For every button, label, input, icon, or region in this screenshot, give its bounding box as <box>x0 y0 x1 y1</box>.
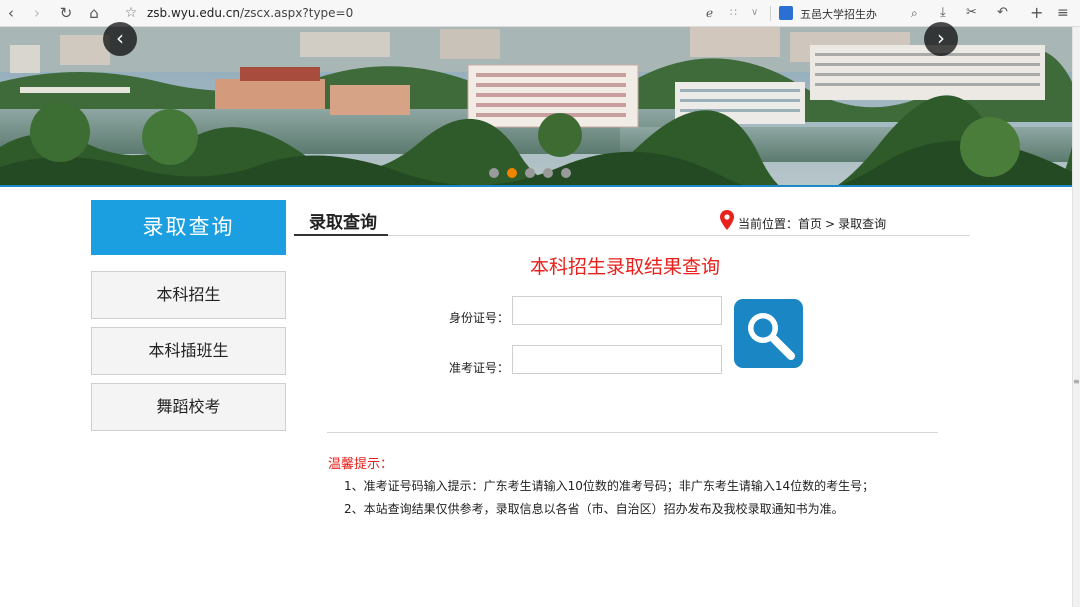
site-label[interactable]: 五邑大学招生办 <box>800 6 877 22</box>
query-title: 本科招生录取结果查询 <box>530 256 721 278</box>
banner-prev-icon[interactable]: ‹ <box>103 22 137 56</box>
exam-number-label: 准考证号： <box>449 361 510 375</box>
page-scrollbar[interactable] <box>1072 27 1080 607</box>
location-pin-icon <box>720 210 734 230</box>
refresh-icon[interactable]: ↻ <box>57 4 75 22</box>
banner-next-icon[interactable]: › <box>924 22 958 56</box>
home-icon[interactable]: ⌂ <box>85 4 103 22</box>
magnifier-icon <box>748 313 795 360</box>
slide-dot-4[interactable] <box>543 168 553 178</box>
sidebar-item-undergrad[interactable]: 本科招生 <box>91 271 286 319</box>
title-divider <box>294 235 970 236</box>
tips-heading: 温馨提示： <box>328 457 394 472</box>
site-favicon-icon <box>779 6 793 20</box>
breadcrumb-current: 录取查询 <box>838 217 887 231</box>
breadcrumb-home[interactable]: 首页 <box>798 217 822 231</box>
id-number-input[interactable] <box>512 296 722 325</box>
exam-number-input[interactable] <box>512 345 722 374</box>
scissors-icon[interactable]: ✂ <box>966 4 977 22</box>
new-tab-plus-icon[interactable]: + <box>1030 4 1043 22</box>
address-bar[interactable]: zsb.wyu.edu.cn/zscx.aspx?type=0 <box>147 6 353 20</box>
campus-banner <box>0 27 1072 187</box>
sidebar-item-dance[interactable]: 舞蹈校考 <box>91 383 286 431</box>
slide-dot-2[interactable] <box>507 168 517 178</box>
page-title: 录取查询 <box>309 213 377 233</box>
tip-item-1: 1、准考证号码输入提示：广东考生请输入10位数的准考号码；非广东考生请输入14位… <box>344 479 875 493</box>
ie-mode-icon[interactable]: ℯ <box>706 4 713 22</box>
browser-toolbar: ‹ › ↻ ⌂ ☆ zsb.wyu.edu.cn/zscx.aspx?type=… <box>0 0 1080 27</box>
dropdown-chevron-icon[interactable]: ∨ <box>751 4 758 22</box>
url-host: zsb.wyu.edu.cn <box>147 6 240 20</box>
bookmark-star-icon[interactable]: ☆ <box>122 4 140 22</box>
slide-dot-1[interactable] <box>489 168 499 178</box>
url-path: /zscx.aspx?type=0 <box>239 6 354 20</box>
breadcrumb-separator: > <box>825 217 836 231</box>
search-button[interactable] <box>734 299 803 368</box>
scrollbar-grip-icon[interactable]: ≡ <box>1073 377 1080 387</box>
toolbar-divider <box>770 6 771 21</box>
sidebar-heading: 录取查询 <box>91 200 286 255</box>
campus-photo <box>0 27 1072 185</box>
menu-icon[interactable]: ≡ <box>1057 4 1069 22</box>
title-underline <box>294 234 388 236</box>
slide-dot-3[interactable] <box>525 168 535 178</box>
search-icon[interactable]: ⌕ <box>911 4 918 22</box>
breadcrumb: 当前位置：首页 > 录取查询 <box>738 215 889 232</box>
download-icon[interactable]: ⤓ <box>940 4 946 22</box>
forward-icon[interactable]: › <box>28 4 46 22</box>
slide-dot-5[interactable] <box>561 168 571 178</box>
tips-divider <box>327 432 938 433</box>
back-icon[interactable]: ‹ <box>2 4 20 22</box>
undo-icon[interactable]: ↶ <box>997 4 1008 22</box>
id-number-label: 身份证号： <box>449 311 510 325</box>
sidebar-item-transfer[interactable]: 本科插班生 <box>91 327 286 375</box>
tip-item-2: 2、本站查询结果仅供参考，录取信息以各省（市、自治区）招办发布及我校录取通知书为… <box>344 502 844 516</box>
qr-code-icon[interactable]: ∷ <box>730 4 737 22</box>
breadcrumb-prefix: 当前位置： <box>738 217 799 231</box>
